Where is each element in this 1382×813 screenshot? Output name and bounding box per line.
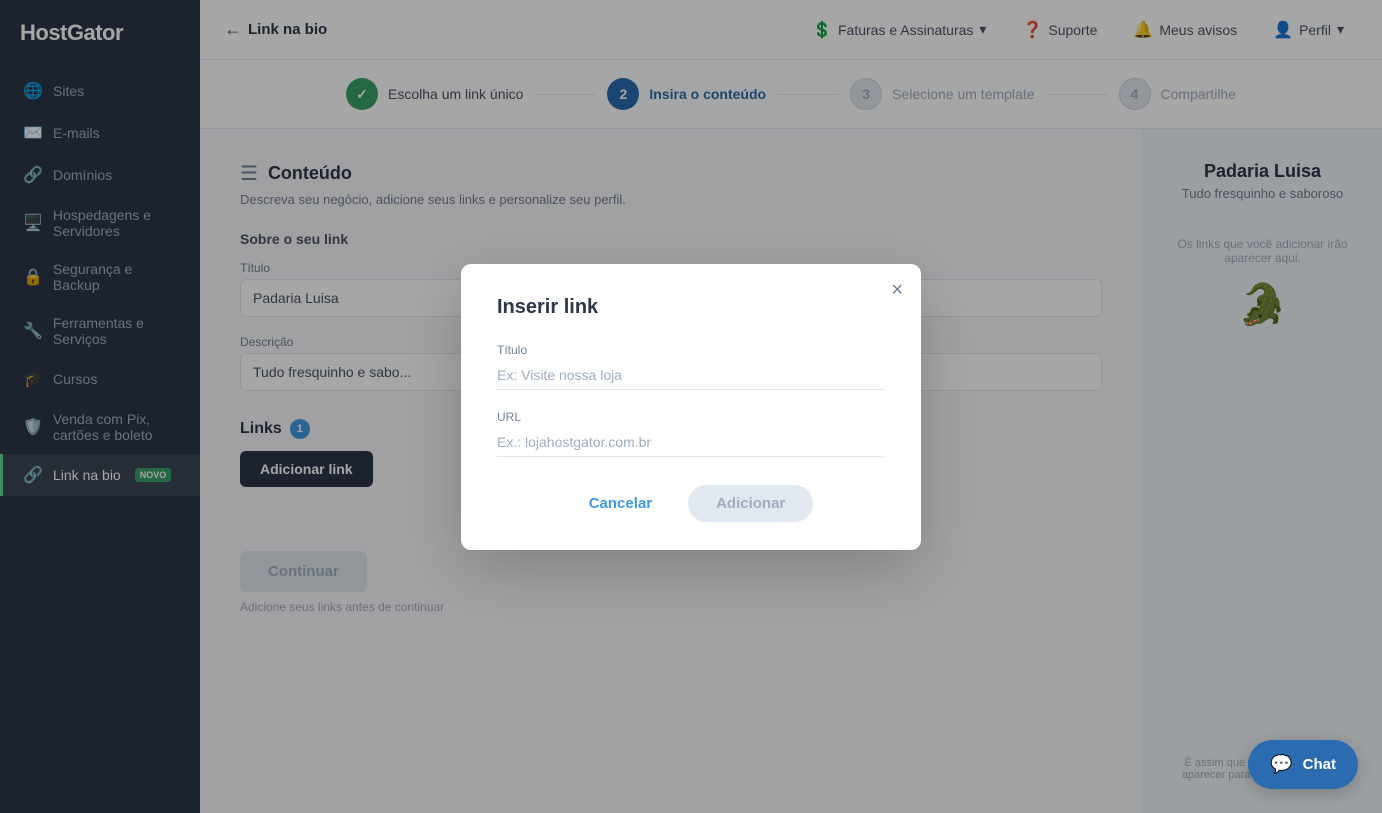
modal-title-label: Título bbox=[497, 343, 885, 357]
modal-actions: Cancelar Adicionar bbox=[497, 485, 885, 522]
modal-add-button[interactable]: Adicionar bbox=[688, 485, 813, 522]
chat-label: Chat bbox=[1303, 756, 1336, 773]
modal-title-field: Título bbox=[497, 343, 885, 390]
modal-cancel-button[interactable]: Cancelar bbox=[569, 485, 672, 522]
modal-url-input[interactable] bbox=[497, 428, 885, 457]
insert-link-modal: × Inserir link Título URL Cancelar Adici… bbox=[461, 264, 921, 550]
modal-overlay[interactable]: × Inserir link Título URL Cancelar Adici… bbox=[0, 0, 1382, 813]
chat-button[interactable]: 💬 Chat bbox=[1248, 740, 1358, 789]
modal-title-input[interactable] bbox=[497, 361, 885, 390]
modal-url-field: URL bbox=[497, 410, 885, 457]
modal-url-label: URL bbox=[497, 410, 885, 424]
modal-title: Inserir link bbox=[497, 296, 885, 319]
chat-icon: 💬 bbox=[1270, 754, 1292, 775]
modal-close-button[interactable]: × bbox=[891, 280, 903, 300]
